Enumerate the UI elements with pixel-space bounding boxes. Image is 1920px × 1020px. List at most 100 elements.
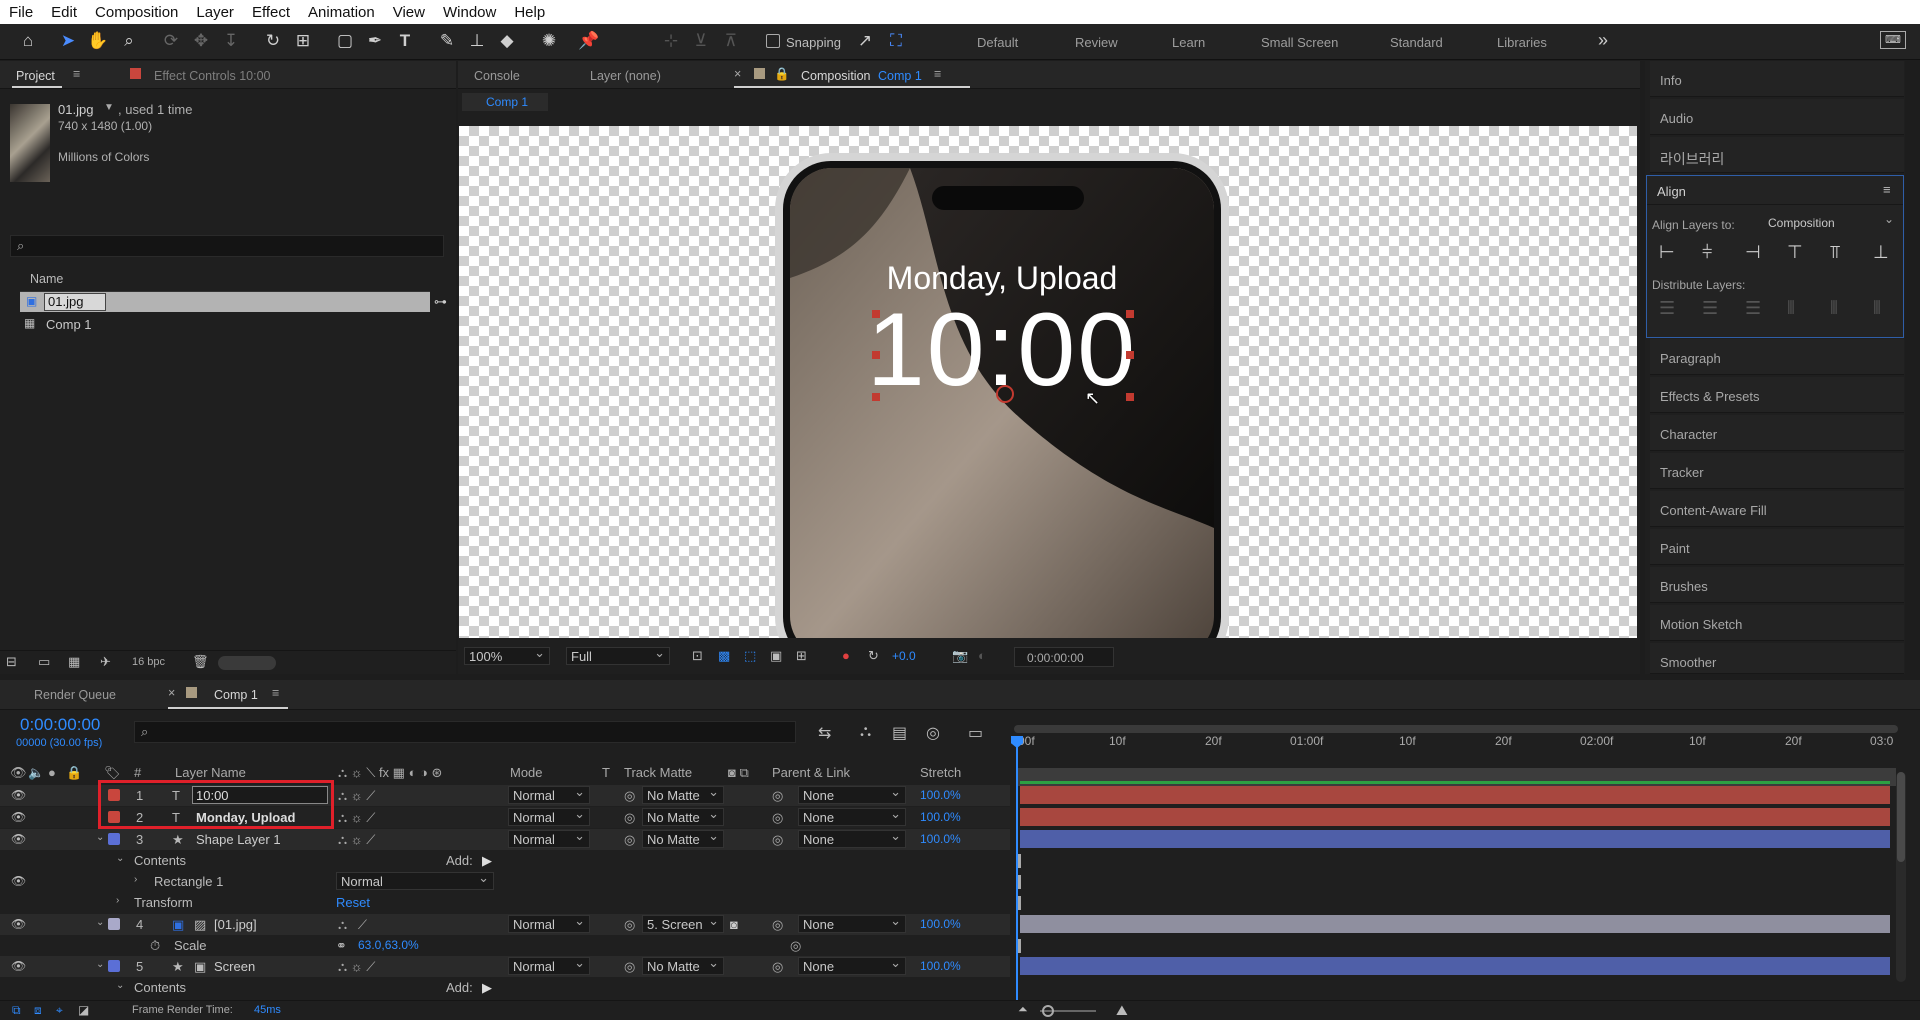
lock-icon[interactable]: 🔒 [774, 67, 790, 82]
track-matte-dropdown[interactable]: No Matte [642, 806, 724, 826]
align-world-icon[interactable]: ⊻ [690, 30, 712, 52]
mode-dropdown[interactable]: Normal [508, 955, 590, 975]
handle-mid-right[interactable] [1126, 351, 1134, 359]
layer-switches-icon[interactable]: ⛬ ⟋ [338, 917, 367, 933]
layer-name[interactable]: Shape Layer 1 [196, 832, 281, 847]
new-comp-icon[interactable]: ▦ [68, 654, 80, 670]
magnification-dropdown[interactable]: 100% [464, 645, 550, 665]
flowchart-icon[interactable]: ⊶ [434, 294, 447, 310]
menu-view[interactable]: View [384, 4, 434, 21]
label-color-swatch[interactable] [108, 918, 120, 930]
menu-file[interactable]: File [0, 4, 42, 21]
menu-help[interactable]: Help [505, 4, 554, 21]
track-matte-dropdown[interactable]: No Matte [642, 828, 724, 848]
comp-mini-flowchart-icon[interactable]: ⇆ [818, 723, 831, 743]
parent-dropdown[interactable]: None [798, 806, 906, 826]
handle-top-left[interactable] [872, 310, 880, 318]
rotate-tool-icon[interactable]: ↻ [262, 30, 284, 52]
rectangle-tool-icon[interactable]: ▢ [334, 30, 356, 52]
stretch-value[interactable]: 100.0% [920, 959, 961, 973]
project-menu-icon[interactable]: ≡ [73, 67, 80, 81]
layer-name[interactable]: [01.jpg] [214, 917, 257, 932]
layer-bounding-box[interactable] [872, 310, 1134, 403]
pen-tool-icon[interactable]: ✒ [364, 30, 386, 52]
layer-row-4[interactable]: 👁 ⌄ 4 ▣ ▨ [01.jpg] ⛬ ⟋ Normal ◎ 5. Scree… [0, 913, 1010, 935]
matte-alpha-icon[interactable]: ◙ [730, 917, 738, 932]
resolution-dropdown[interactable]: Full [566, 645, 670, 665]
panel-paint[interactable]: Paint [1650, 529, 1904, 565]
zoom-in-icon[interactable]: ⛰ [1116, 1002, 1128, 1019]
trash-icon[interactable]: 🗑 [192, 654, 209, 670]
matte-spiral-icon[interactable]: ◎ [624, 959, 635, 975]
exposure-value[interactable]: +0.0 [892, 649, 916, 663]
parent-dropdown[interactable]: None [798, 784, 906, 804]
parent-dropdown[interactable]: None [798, 913, 906, 933]
interpret-footage-icon[interactable]: ⊟ [6, 654, 17, 670]
layer-row-3[interactable]: 👁 ⌄ 3 ★ Shape Layer 1 ⛬ ☼ ⟋ Normal ◎ No … [0, 828, 1010, 850]
time-ruler[interactable]: 00f 10f 20f 01:00f 10f 20f 02:00f 10f 20… [1012, 720, 1902, 786]
current-time[interactable]: 0:00:00:00 [20, 715, 100, 735]
visibility-eye-icon[interactable]: 👁 [11, 832, 26, 846]
panel-audio[interactable]: Audio [1650, 99, 1904, 135]
workspaces-more-icon[interactable]: » [1598, 30, 1608, 51]
channels-icon[interactable]: ● [842, 648, 850, 663]
align-h-center-icon[interactable]: ⫩ [1702, 242, 1712, 263]
align-view-icon[interactable]: ⊼ [720, 30, 742, 52]
tab-project[interactable]: Project [16, 69, 55, 83]
dolly-tool-icon[interactable]: ↧ [220, 30, 242, 52]
mode-dropdown[interactable]: Normal [508, 913, 590, 933]
distribute-right-icon[interactable]: ⦀ [1873, 298, 1881, 319]
stretch-value[interactable]: 100.0% [920, 917, 961, 931]
eraser-tool-icon[interactable]: ◆ [496, 30, 518, 52]
menu-edit[interactable]: Edit [42, 4, 86, 21]
transform-row[interactable]: › Transform Reset [0, 892, 1010, 913]
puppet-pin-icon[interactable]: 📌 [578, 30, 600, 52]
bpc-label[interactable]: 16 bpc [132, 656, 165, 668]
rectangle-blend-mode-dropdown[interactable]: Normal [336, 870, 494, 890]
layer-switches-icon[interactable]: ⛬ ☼ ⟋ [338, 788, 375, 804]
expression-pickwhip-icon[interactable]: ◎ [790, 938, 801, 954]
playhead[interactable] [1016, 738, 1018, 1000]
hand-tool-icon[interactable]: ✋ [87, 30, 109, 52]
expand-chevron-icon[interactable]: ⌄ [96, 917, 104, 928]
workspace-learn[interactable]: Learn [1172, 35, 1205, 50]
new-folder-icon[interactable]: ▭ [38, 654, 50, 670]
handle-bottom-left[interactable] [872, 393, 880, 401]
timeline-menu-icon[interactable]: ≡ [272, 686, 279, 700]
expand-chevron-icon[interactable]: › [134, 874, 137, 885]
matte-spiral-icon[interactable]: ◎ [624, 832, 635, 848]
clone-stamp-icon[interactable]: ⊥ [466, 30, 488, 52]
tab-render-queue[interactable]: Render Queue [34, 688, 116, 702]
project-item-name-edit[interactable]: 01.jpg [44, 293, 106, 311]
tab-comp1[interactable]: Comp 1 [214, 688, 258, 702]
frame-blending-icon[interactable]: ◎ [926, 723, 940, 743]
align-right-icon[interactable]: ⊣ [1745, 242, 1761, 263]
distribute-top-icon[interactable]: ☰ [1659, 298, 1675, 319]
contents-row[interactable]: ⌄ Contents Add: ▶ [0, 850, 1010, 871]
tab-composition-name[interactable]: Comp 1 [878, 69, 922, 83]
visibility-eye-icon[interactable]: 👁 [11, 917, 26, 931]
in-out-toggle-icon[interactable]: ⌖ [56, 1003, 63, 1018]
workspace-default[interactable]: Default [977, 35, 1018, 50]
align-v-center-icon[interactable]: ⫪ [1830, 242, 1840, 263]
tab-console[interactable]: Console [474, 69, 520, 83]
align-top-icon[interactable]: ⊤ [1787, 242, 1803, 263]
timeline-scrollbar[interactable] [1896, 772, 1906, 982]
scrollbar-thumb[interactable] [1897, 772, 1905, 862]
mode-dropdown[interactable]: Normal [508, 784, 590, 804]
pickwhip-icon[interactable]: ◎ [772, 917, 783, 933]
constrain-proportions-icon[interactable]: ⚭ [336, 938, 347, 954]
contents-row-2[interactable]: ⌄ Contents Add: ▶ [0, 977, 1010, 998]
workspace-small-screen[interactable]: Small Screen [1261, 35, 1338, 50]
align-local-icon[interactable]: ⊹ [660, 30, 682, 52]
hide-shy-icon[interactable]: ▤ [892, 723, 907, 743]
panel-effects-presets[interactable]: Effects & Presets [1650, 377, 1904, 413]
anchor-tool-icon[interactable]: ⊞ [292, 30, 314, 52]
stretch-value[interactable]: 100.0% [920, 810, 961, 824]
viewer-timecode[interactable]: 0:00:00:00 [1014, 647, 1114, 667]
expand-chevron-icon[interactable]: ⌄ [96, 959, 104, 970]
add-button-icon[interactable]: ▶ [482, 980, 492, 996]
snap-features-icon[interactable]: ⛶ [885, 30, 907, 52]
visibility-eye-icon[interactable]: 👁 [11, 810, 26, 824]
keyboard-icon[interactable]: ⌨ [1880, 31, 1906, 49]
